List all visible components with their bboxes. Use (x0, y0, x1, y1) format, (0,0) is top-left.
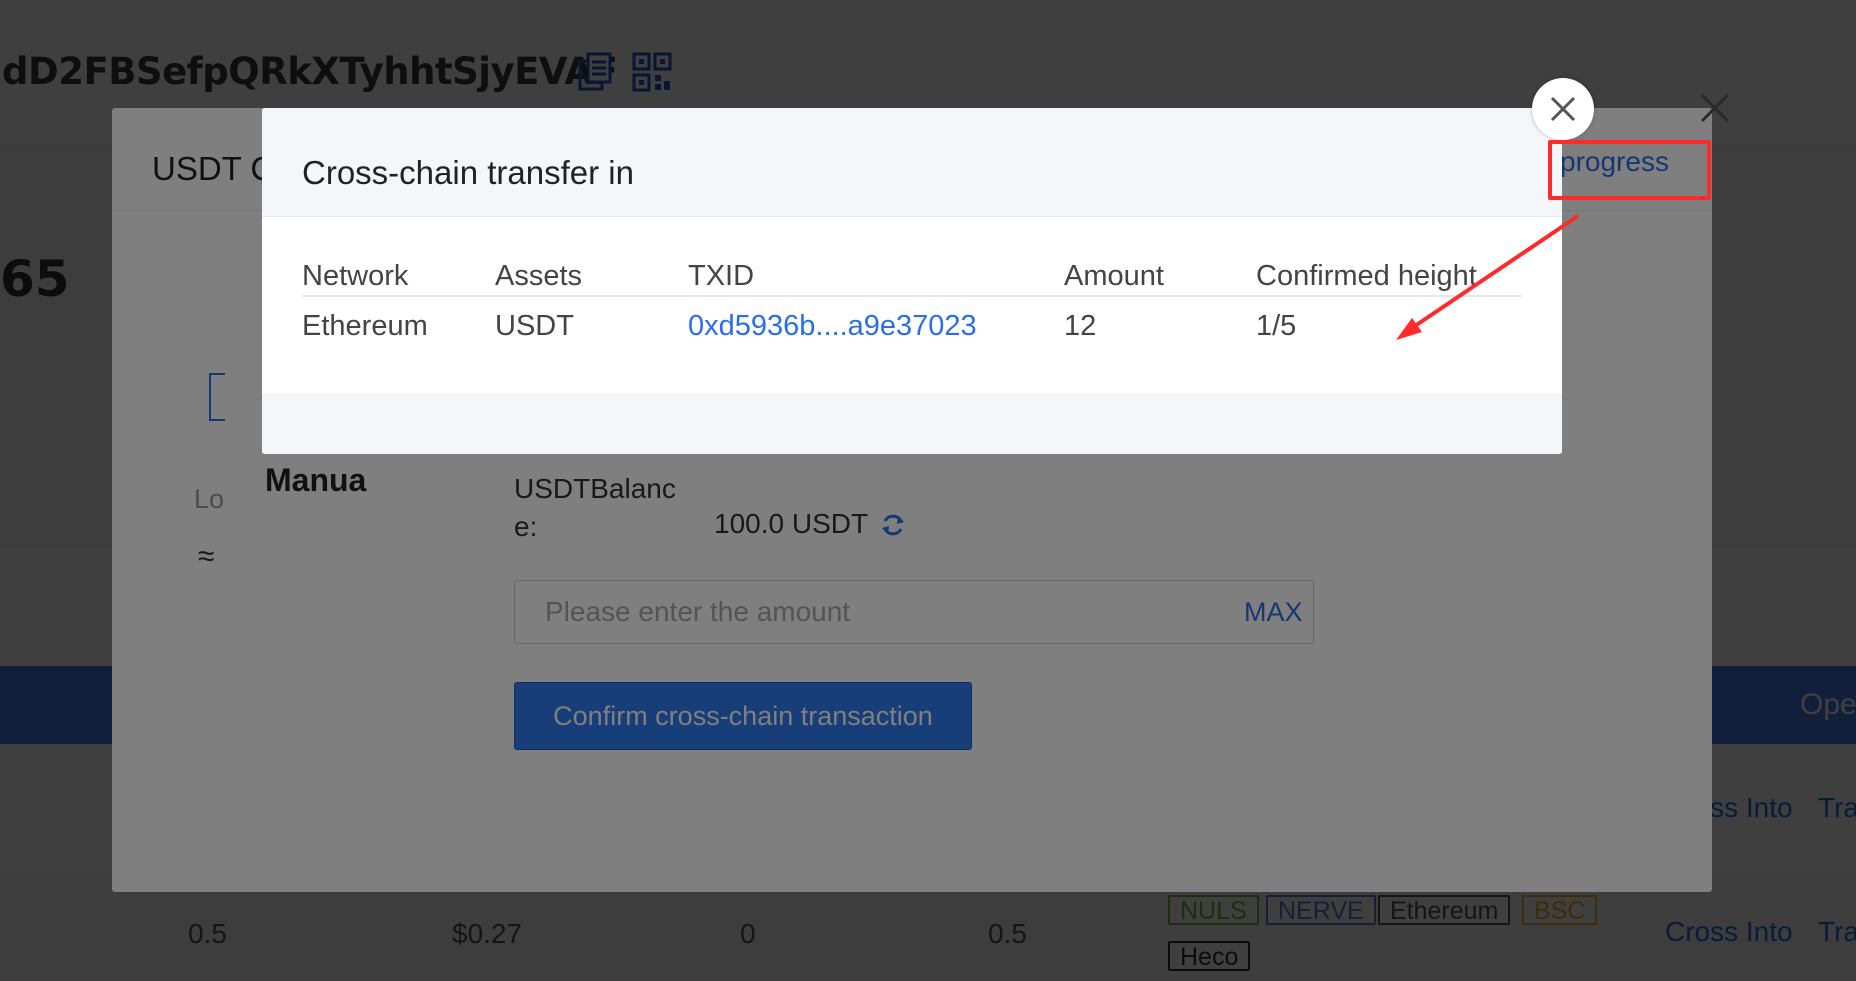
modal-header: Cross-chain transfer in (262, 108, 1562, 217)
row-asset: USDT (495, 310, 574, 342)
annotation-highlight-box (1548, 140, 1711, 200)
cross-chain-transfer-modal: Cross-chain transfer in Network Assets T… (262, 108, 1562, 454)
column-header-amount: Amount (1064, 260, 1164, 292)
close-icon (1550, 96, 1576, 122)
row-confirmed-height: 1/5 (1256, 310, 1297, 342)
column-header-txid: TXID (688, 260, 755, 292)
row-txid-link[interactable]: 0xd5936b....a9e37023 (688, 310, 977, 343)
column-header-confirmed-height: Confirmed height (1256, 260, 1477, 292)
close-button[interactable] (1532, 78, 1594, 140)
header-divider (302, 295, 1522, 297)
column-header-network: Network (302, 260, 409, 292)
row-amount: 12 (1064, 310, 1097, 342)
modal-footer (262, 393, 1562, 454)
row-network: Ethereum (302, 310, 428, 342)
modal-title: Cross-chain transfer in (302, 154, 634, 191)
column-header-assets: Assets (495, 260, 583, 292)
